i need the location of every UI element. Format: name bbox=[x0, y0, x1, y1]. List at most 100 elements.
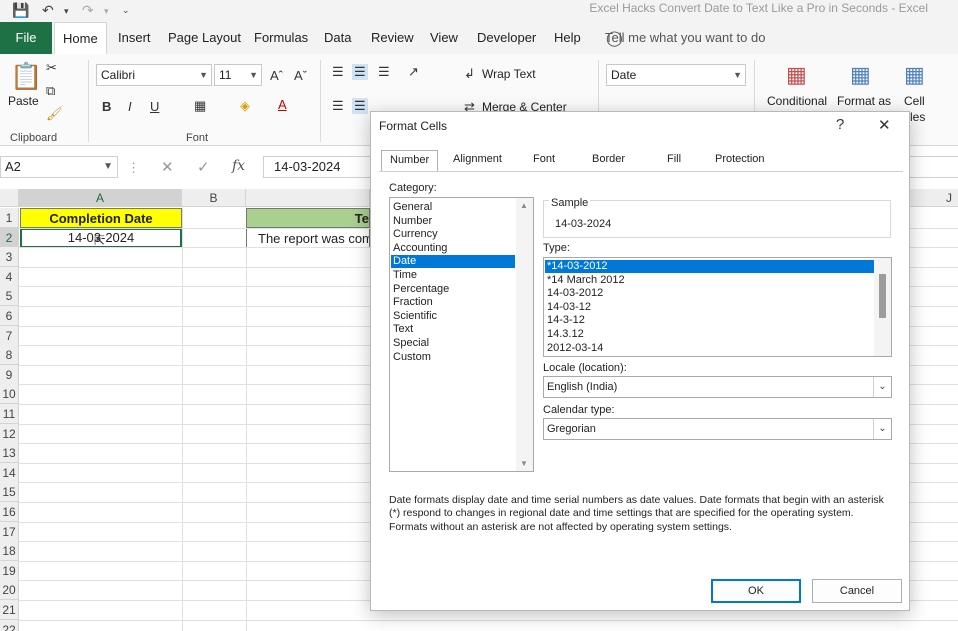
tab-alignment[interactable]: Alignment bbox=[453, 153, 502, 165]
redo-dropdown-icon[interactable]: ▾ bbox=[104, 6, 109, 17]
list-item[interactable]: 14.3.12 bbox=[545, 328, 875, 341]
cell-d2[interactable]: The report was com bbox=[246, 228, 370, 248]
wrap-text-icon[interactable]: ↲ bbox=[464, 66, 475, 82]
tab-home[interactable]: Home bbox=[54, 22, 107, 54]
paste-button[interactable]: Paste bbox=[8, 94, 39, 108]
insert-function-icon[interactable]: fx bbox=[232, 158, 245, 174]
font-size-select[interactable]: 11 ▼ bbox=[214, 64, 262, 86]
row-header[interactable]: 12 bbox=[0, 423, 19, 444]
tab-developer[interactable]: Developer bbox=[477, 22, 536, 54]
row-header[interactable]: 5 bbox=[0, 286, 19, 307]
select-all-corner[interactable] bbox=[0, 189, 19, 207]
tab-protection[interactable]: Protection bbox=[715, 153, 765, 165]
cell-styles-button[interactable]: Cell bbox=[904, 94, 925, 108]
row-header[interactable]: 6 bbox=[0, 306, 19, 326]
list-item[interactable]: Fraction bbox=[391, 296, 515, 309]
tab-page-layout[interactable]: Page Layout bbox=[168, 22, 241, 54]
row-header[interactable]: 7 bbox=[0, 325, 19, 346]
column-header[interactable]: J bbox=[910, 189, 958, 207]
row-header[interactable]: 10 bbox=[0, 384, 19, 405]
tab-border[interactable]: Border bbox=[592, 153, 625, 165]
help-icon[interactable]: ? bbox=[836, 116, 844, 133]
list-item[interactable]: Currency bbox=[391, 228, 515, 241]
cancel-icon[interactable]: ✕ bbox=[161, 158, 174, 176]
row-header[interactable]: 15 bbox=[0, 482, 19, 503]
row-header[interactable]: 13 bbox=[0, 443, 19, 464]
row-header[interactable]: 2 bbox=[0, 227, 19, 248]
scroll-up-icon[interactable]: ▲ bbox=[520, 201, 528, 210]
calendar-select[interactable]: Gregorian ⌄ bbox=[543, 418, 892, 440]
row-header[interactable]: 16 bbox=[0, 502, 19, 522]
bold-icon[interactable]: B bbox=[102, 99, 111, 115]
align-left-icon[interactable]: ☰ bbox=[332, 98, 344, 114]
tab-insert[interactable]: Insert bbox=[118, 22, 151, 54]
list-item[interactable]: Scientific bbox=[391, 310, 515, 323]
row-header[interactable]: 22 bbox=[0, 619, 19, 631]
cell-a1[interactable]: Completion Date bbox=[20, 208, 182, 228]
orientation-icon[interactable]: ↗ bbox=[408, 64, 419, 80]
redo-icon[interactable]: ↷ bbox=[82, 2, 94, 19]
scroll-down-icon[interactable]: ▼ bbox=[520, 459, 528, 468]
type-scrollbar[interactable] bbox=[874, 258, 891, 356]
row-header[interactable]: 1 bbox=[0, 208, 19, 228]
tab-data[interactable]: Data bbox=[324, 22, 351, 54]
list-item[interactable]: Time bbox=[391, 269, 515, 282]
format-painter-icon[interactable]: 🖌 bbox=[46, 106, 63, 122]
tab-view[interactable]: View bbox=[430, 22, 458, 54]
list-item[interactable]: Number bbox=[391, 215, 515, 228]
list-item[interactable]: Special bbox=[391, 337, 515, 350]
undo-dropdown-icon[interactable]: ▾ bbox=[64, 6, 69, 17]
number-format-select[interactable]: Date ▼ bbox=[606, 64, 746, 86]
tab-file[interactable]: File bbox=[0, 22, 52, 54]
copy-icon[interactable]: ⧉ bbox=[46, 83, 55, 99]
row-header[interactable]: 21 bbox=[0, 600, 19, 620]
row-header[interactable]: 4 bbox=[0, 266, 19, 287]
row-header[interactable]: 18 bbox=[0, 541, 19, 562]
list-item[interactable]: Date bbox=[391, 255, 515, 269]
tab-number[interactable]: Number bbox=[381, 150, 439, 172]
cut-icon[interactable]: ✂ bbox=[46, 60, 57, 76]
fill-color-icon[interactable]: ◈ bbox=[240, 98, 250, 114]
increase-font-icon[interactable]: Aˆ bbox=[270, 68, 283, 84]
type-list[interactable]: *14-03-2012 *14 March 2012 14-03-2012 14… bbox=[543, 257, 892, 357]
row-header[interactable]: 14 bbox=[0, 462, 19, 483]
cell-styles-icon[interactable]: ▦ bbox=[904, 62, 925, 88]
conditional-formatting-icon[interactable]: ▦ bbox=[786, 62, 807, 88]
list-item[interactable]: 14-03-12 bbox=[545, 301, 875, 314]
list-item[interactable]: General bbox=[391, 201, 515, 214]
align-middle-icon[interactable]: ☰ bbox=[352, 64, 368, 80]
italic-icon[interactable]: I bbox=[128, 99, 132, 115]
cell-d1[interactable]: Te bbox=[246, 208, 370, 228]
tab-help[interactable]: Help bbox=[554, 22, 581, 54]
tell-me-input[interactable]: Tell me what you want to do bbox=[605, 30, 765, 45]
font-color-icon[interactable]: A bbox=[278, 97, 287, 113]
close-icon[interactable]: ✕ bbox=[878, 116, 891, 134]
row-header[interactable]: 20 bbox=[0, 580, 19, 601]
underline-icon[interactable]: U bbox=[150, 99, 159, 115]
list-item[interactable]: Percentage bbox=[391, 283, 515, 296]
format-as-table-button[interactable]: Format as bbox=[837, 94, 891, 108]
row-header[interactable]: 9 bbox=[0, 364, 19, 385]
enter-icon[interactable]: ✓ bbox=[197, 158, 210, 176]
list-item[interactable]: *14 March 2012 bbox=[545, 274, 875, 287]
tab-formulas[interactable]: Formulas bbox=[254, 22, 308, 54]
list-item[interactable]: 14-3-12 bbox=[545, 314, 875, 327]
category-scrollbar[interactable]: ▲ ▼ bbox=[516, 198, 533, 471]
list-item[interactable]: Text bbox=[391, 323, 515, 336]
decrease-font-icon[interactable]: Aˇ bbox=[294, 68, 307, 84]
row-header[interactable]: 11 bbox=[0, 404, 19, 424]
save-icon[interactable]: 💾 bbox=[12, 2, 29, 19]
list-item[interactable]: Accounting bbox=[391, 242, 515, 255]
list-item[interactable]: 2012-03-14 bbox=[545, 342, 875, 355]
list-item[interactable]: *14-03-2012 bbox=[545, 260, 875, 273]
cancel-button[interactable]: Cancel bbox=[812, 579, 902, 603]
font-name-select[interactable]: Calibri ▼ bbox=[96, 64, 212, 86]
undo-icon[interactable]: ↶ bbox=[42, 2, 54, 19]
row-header[interactable]: 3 bbox=[0, 247, 19, 268]
locale-select[interactable]: English (India) ⌄ bbox=[543, 376, 892, 398]
tab-review[interactable]: Review bbox=[371, 22, 414, 54]
tab-fill[interactable]: Fill bbox=[667, 153, 681, 165]
scroll-thumb[interactable] bbox=[879, 274, 886, 318]
tab-font[interactable]: Font bbox=[533, 153, 555, 165]
ok-button[interactable]: OK bbox=[711, 579, 801, 603]
